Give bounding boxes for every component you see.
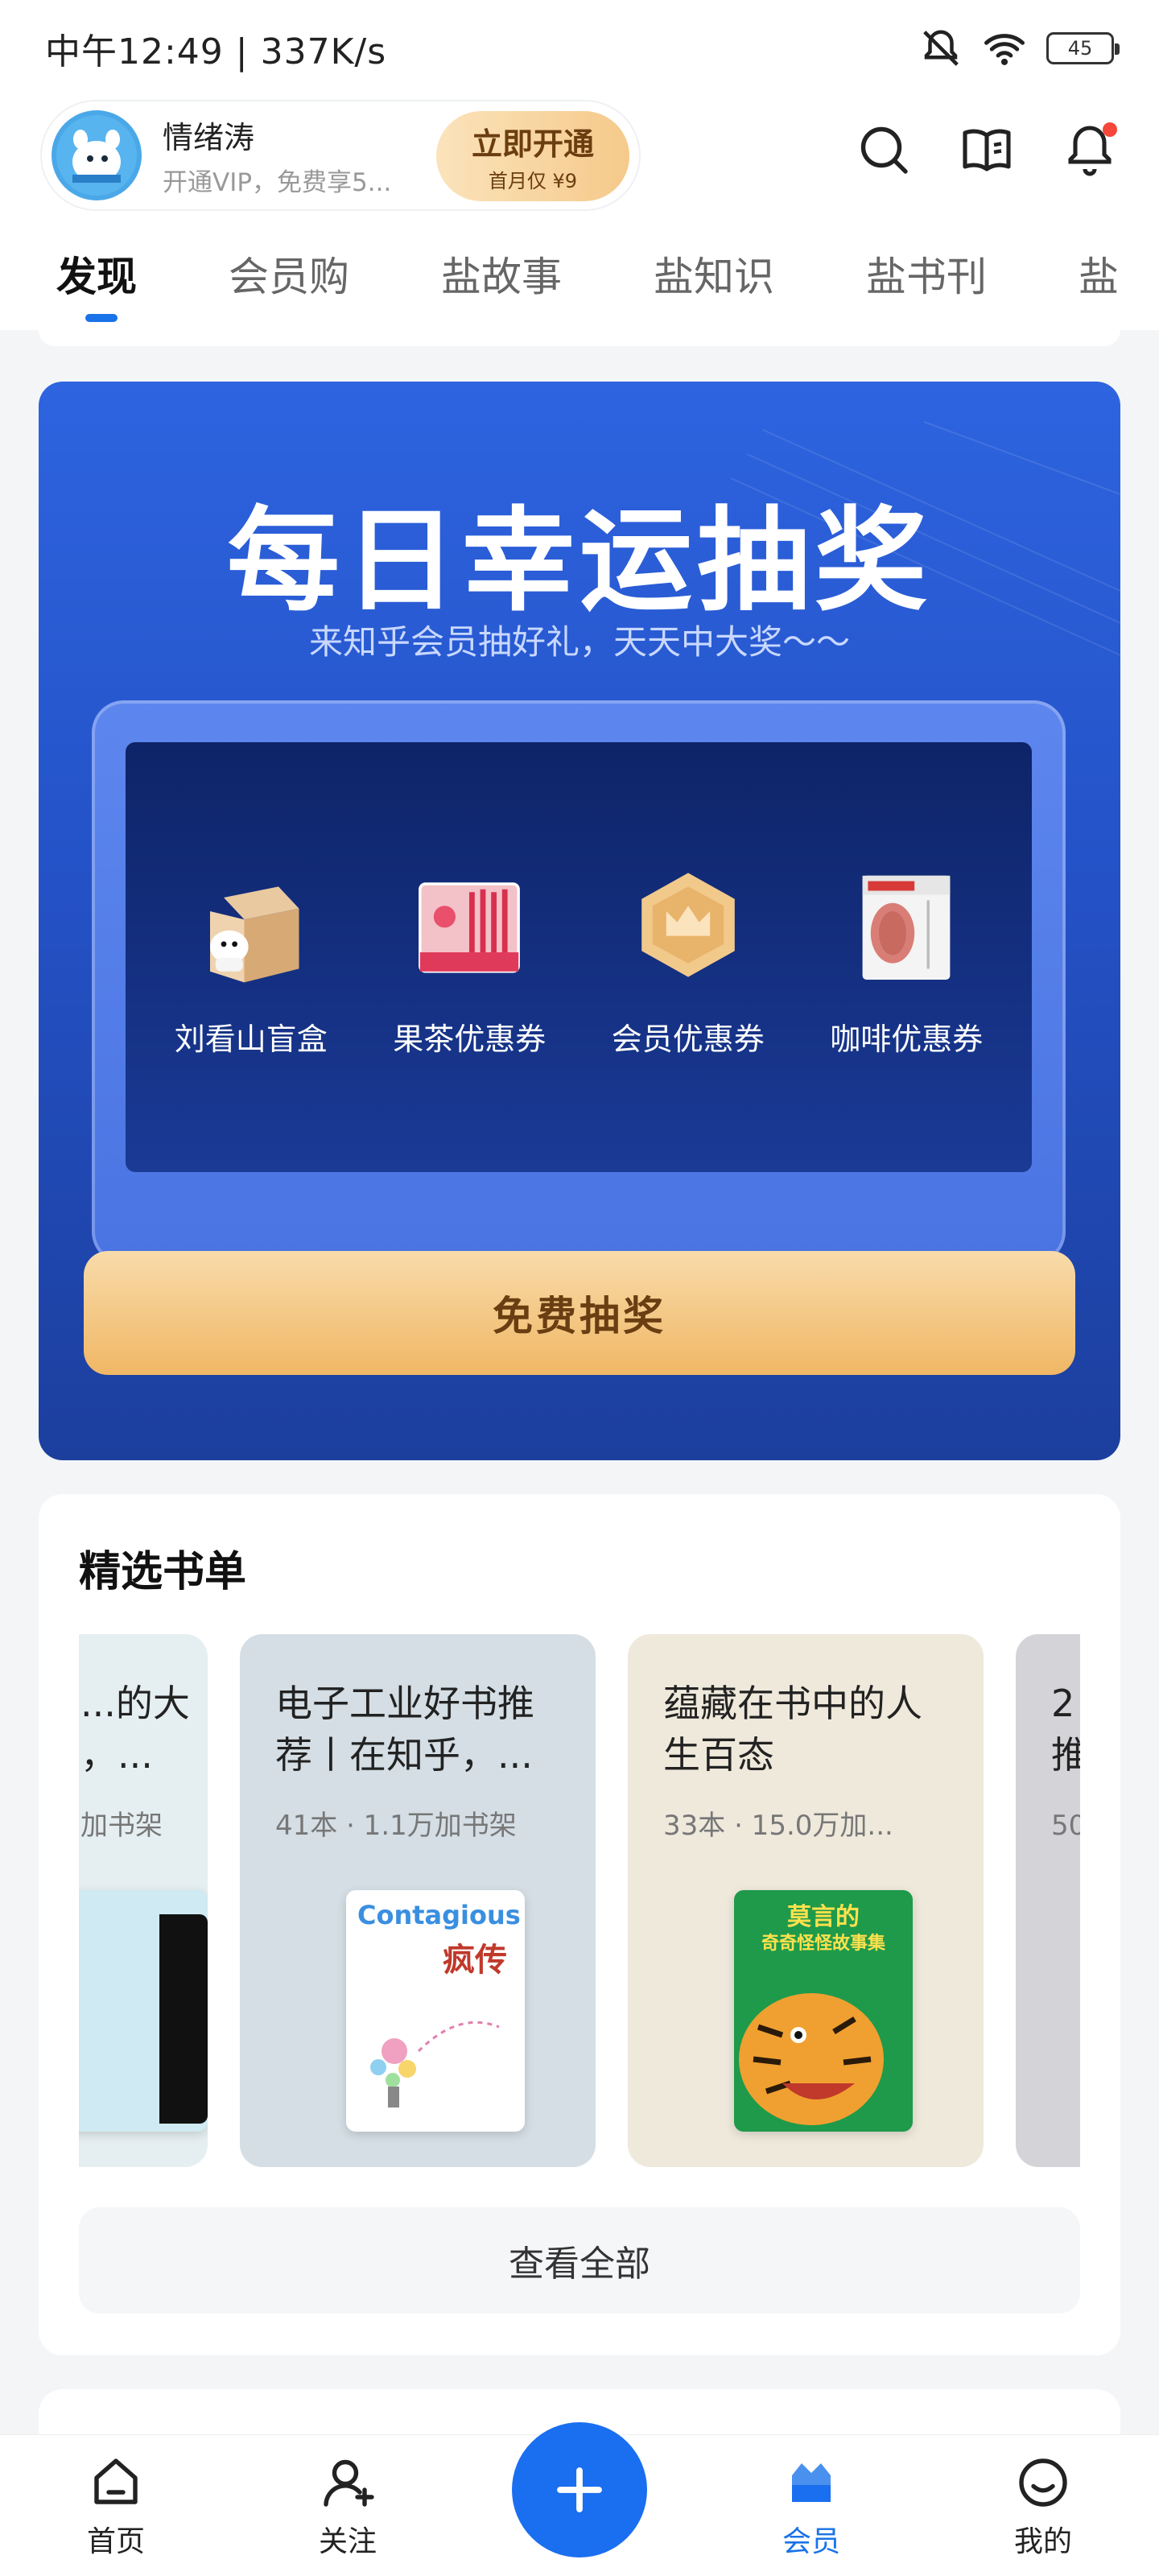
wifi-icon: [984, 34, 1025, 65]
daily-lottery-card: 每日幸运抽奖 来知乎会员抽好礼，天天中大奖～～ 刘看山盲盒 果茶优惠券 会员优惠…: [39, 382, 1120, 1460]
status-bar: 中午12:49 | 337K/s 45: [0, 0, 1159, 97]
section-title: 精选书单: [79, 1548, 247, 1596]
header: 情绪涛 开通VIP，免费享5... 立即开通 首月仅 ¥9: [0, 97, 1159, 217]
nav-home[interactable]: 首页: [35, 2454, 196, 2560]
book-icon[interactable]: [958, 121, 1016, 179]
booklist-tile[interactable]: 2 月 推荐 50本: [1016, 1634, 1080, 2167]
category-tabs: 发现 会员购 盐故事 盐知识 盐书刊 盐: [0, 217, 1159, 330]
tiger-illustration-icon: [739, 1993, 884, 2125]
mute-bell-icon: [923, 30, 959, 66]
avatar[interactable]: [52, 110, 142, 200]
follow-icon: [324, 2459, 374, 2507]
tab-salt-stories[interactable]: 盐故事: [441, 245, 562, 303]
open-vip-price: 首月仅 ¥9: [488, 170, 578, 192]
prize-tea-coupon[interactable]: 果茶优惠券: [369, 857, 570, 1059]
booklist-title: 蕴藏在书中的人生百态: [663, 1682, 922, 1777]
home-icon: [94, 2458, 138, 2504]
tab-salt-books[interactable]: 盐书刊: [866, 245, 987, 303]
tab-discover[interactable]: 发现: [56, 245, 137, 322]
crown-badge-icon: [641, 872, 735, 977]
blind-box-icon: [209, 886, 299, 982]
bottom-navigation: 首页 关注 会员 我的: [0, 2422, 1159, 2576]
prize-blind-box[interactable]: 刘看山盲盒: [151, 857, 352, 1059]
status-time: 中午12:49 | 337K/s: [45, 31, 387, 72]
nav-label: 会员: [782, 2525, 840, 2558]
booklist-meta: 50本: [1051, 1810, 1080, 1842]
see-all-button[interactable]: 查看全部: [79, 2207, 1080, 2314]
lightbulb-illustration-icon: [370, 2021, 500, 2107]
open-vip-button[interactable]: 立即开通 首月仅 ¥9: [436, 111, 629, 201]
user-vip-hint: 开通VIP，免费享5...: [163, 168, 392, 197]
book-cover: 莫言的 奇奇怪怪故事集: [734, 1890, 913, 2132]
booklist-tile[interactable]: 蕴藏在书中的人生百态 33本 · 15.0万加... 莫言的 奇奇怪怪故事集: [628, 1634, 984, 2167]
header-actions: [855, 121, 1119, 179]
tea-box-icon: [419, 881, 521, 972]
vip-promo-pill[interactable]: 情绪涛 开通VIP，免费享5... 立即开通 首月仅 ¥9: [40, 100, 641, 211]
prize-label: 会员优惠券: [611, 1021, 765, 1057]
booklist-title: ...的大 ，...: [80, 1682, 190, 1777]
prize-frame: 刘看山盲盒 果茶优惠券 会员优惠券 咖啡优惠券: [92, 700, 1066, 1264]
prize-screen: 刘看山盲盒 果茶优惠券 会员优惠券 咖啡优惠券: [126, 742, 1032, 1172]
avatar-mascot-icon: [56, 115, 137, 196]
nav-vip[interactable]: 会员: [731, 2454, 892, 2560]
booklist-meta: 41本 · 1.1万加书架: [275, 1810, 517, 1842]
status-icons: 45: [919, 27, 1120, 70]
nav-profile[interactable]: 我的: [963, 2454, 1124, 2560]
tab-member-shop[interactable]: 会员购: [229, 245, 349, 303]
tab-salt-knowledge[interactable]: 盐知识: [654, 245, 774, 303]
notification-button[interactable]: [1061, 121, 1119, 179]
prize-vip-coupon[interactable]: 会员优惠券: [588, 857, 789, 1059]
open-vip-title: 立即开通: [471, 126, 594, 162]
create-post-button[interactable]: [512, 2422, 647, 2557]
nav-label: 关注: [318, 2525, 377, 2558]
user-info: 情绪涛 开通VIP，免费享5...: [163, 113, 428, 198]
booklist-carousel[interactable]: ...的大 ，... 加书架 电子工业好书推荐丨在知乎，... 41本 · 1.…: [79, 1634, 1080, 2167]
booklist-meta: 33本 · 15.0万加...: [663, 1810, 893, 1842]
user-name: 情绪涛: [163, 120, 255, 155]
booklist-meta: 加书架: [80, 1810, 163, 1842]
booklist-tile[interactable]: 电子工业好书推荐丨在知乎，... 41本 · 1.1万加书架 Contagiou…: [240, 1634, 596, 2167]
book-cover: [79, 1890, 208, 2132]
prize-label: 果茶优惠券: [393, 1021, 547, 1057]
profile-icon: [1019, 2458, 1067, 2507]
prize-label: 咖啡优惠券: [830, 1021, 984, 1057]
plus-icon: [557, 2467, 602, 2512]
featured-booklists-card: 精选书单 ...的大 ，... 加书架 电子工业好书推荐丨在知乎，... 41本…: [39, 1494, 1120, 2355]
search-icon[interactable]: [855, 121, 913, 179]
previous-card-bottom: [39, 330, 1120, 346]
nav-label: 我的: [1013, 2525, 1072, 2558]
battery-level: 45: [1067, 37, 1093, 60]
lottery-title: 每日幸运抽奖: [226, 496, 932, 627]
booklist-title: 2 月 推荐: [1051, 1682, 1080, 1777]
prize-coffee-coupon[interactable]: 咖啡优惠券: [806, 857, 1007, 1059]
booklist-title: 电子工业好书推荐丨在知乎，...: [275, 1682, 534, 1777]
tab-overflow[interactable]: 盐: [1079, 245, 1119, 303]
lottery-subtitle: 来知乎会员抽好礼，天天中大奖～～: [308, 622, 850, 662]
nav-label: 首页: [86, 2525, 145, 2558]
battery-indicator: 45: [1046, 32, 1120, 64]
free-draw-button[interactable]: 免费抽奖: [84, 1251, 1075, 1375]
nav-follow[interactable]: 关注: [267, 2454, 428, 2560]
coffee-box-icon: [862, 875, 951, 980]
book-cover: Contagious 疯传: [346, 1890, 525, 2132]
prize-label: 刘看山盲盒: [174, 1021, 328, 1057]
notification-dot: [1103, 122, 1117, 137]
vip-icon: [792, 2463, 831, 2502]
booklist-tile[interactable]: ...的大 ，... 加书架: [79, 1634, 208, 2167]
